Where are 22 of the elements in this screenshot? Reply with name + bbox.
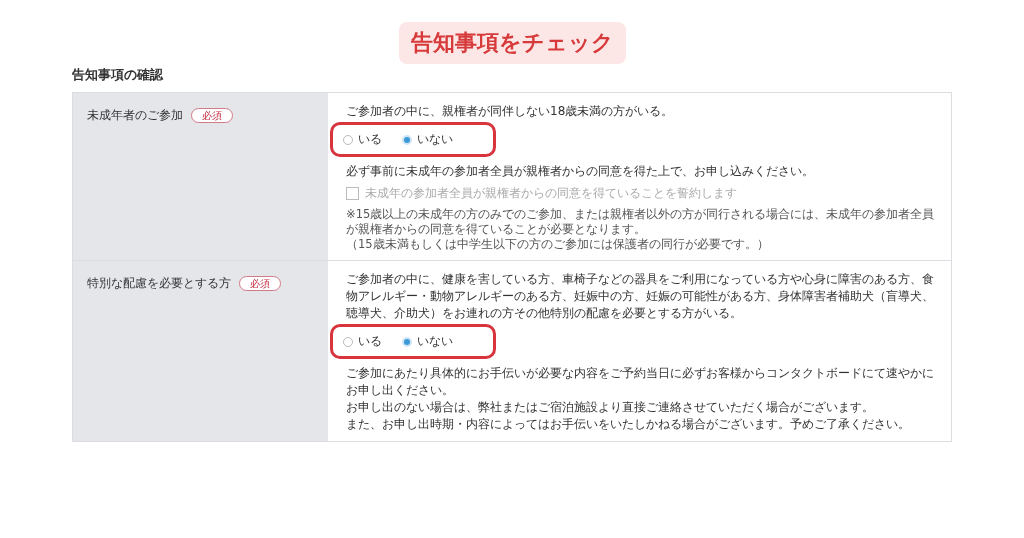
question-text: ご参加者の中に、親権者が同伴しない18歳未満の方がいる。 xyxy=(346,103,675,120)
info-text: お申し出のない場合は、弊社またはご宿泊施設より直接ご連絡させていただく場合がございます。 xyxy=(346,399,875,416)
radio-icon[interactable] xyxy=(402,134,412,145)
info-text: ご参加にあたり具体的にお手伝いが必要な内容をご予約当日に必ずお客様からコンタクトボードにて速やかにお申し出ください。 xyxy=(346,365,935,399)
radio-option[interactable]: いる xyxy=(343,333,382,350)
field-label: 特別な配慮を必要とする方 xyxy=(87,275,231,291)
radio-icon[interactable] xyxy=(402,336,412,347)
section-heading: 告知事項の確認 xyxy=(72,66,164,84)
field-label: 未成年者のご参加 xyxy=(87,107,183,123)
note-text: ※15歳以上の未成年の方のみでのご参加、または親権者以外の方が同行される場合には、未成年の参加者全員が親権者からの同意を得ていることが必要となります。 xyxy=(346,207,936,237)
radio-icon[interactable] xyxy=(343,134,353,145)
question-text: ご参加者の中に、健康を害している方、車椅子などの器具をご利用になっている方や心身に障害のある方、食物アレルギー・動物アレルギーのある方、妊娠中の方、妊娠の可能性がある方、身体障害者補助犬（盲導犬、聴導犬、介助犬）をお連れの方その他特別の配慮を必要とする方がいる。 xyxy=(346,271,935,322)
radio-icon[interactable] xyxy=(343,336,353,347)
radio-option[interactable]: いない xyxy=(402,333,453,350)
banner-title: 告知事項をチェック xyxy=(398,22,626,64)
note-text: （15歳未満もしくは中学生以下の方のご参加には保護者の同行が必要です。） xyxy=(346,237,770,252)
info-text: 必ず事前に未成年の参加者全員が親権者からの同意を得た上で、お申し込みください。 xyxy=(346,163,815,180)
info-text: また、お申し出時期・内容によってはお手伝いをいたしかねる場合がございます。予めご了承ください。 xyxy=(346,416,911,433)
radio-option[interactable]: いない xyxy=(402,131,453,148)
required-badge: 必須 xyxy=(239,276,281,291)
required-badge: 必須 xyxy=(191,108,233,123)
radio-option[interactable]: いる xyxy=(343,131,382,148)
